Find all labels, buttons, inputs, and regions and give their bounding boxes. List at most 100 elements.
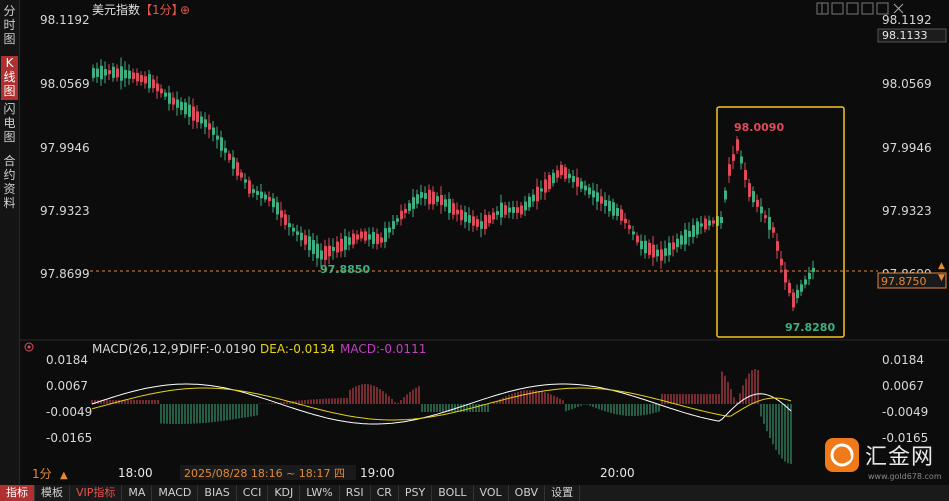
candle-body	[224, 148, 227, 153]
candle-body	[96, 68, 99, 77]
candle-body	[504, 205, 507, 215]
candle-body	[784, 269, 787, 283]
candle-body	[704, 218, 707, 230]
candle-body	[376, 233, 379, 245]
candle-body	[212, 127, 215, 135]
candle-body	[444, 199, 447, 207]
candle-body	[620, 209, 623, 221]
restore-icon[interactable]	[861, 2, 874, 15]
indicator-tab-11[interactable]: PSY	[399, 485, 433, 501]
candle-body	[456, 209, 459, 215]
candle-body	[628, 225, 631, 229]
indicator-tab-1[interactable]: 模板	[35, 485, 70, 501]
candle-body	[448, 198, 451, 214]
indicator-tab-5[interactable]: BIAS	[198, 485, 237, 501]
candle-body	[404, 208, 407, 214]
indicator-tab-0[interactable]: 指标	[0, 485, 35, 501]
candle-body	[128, 70, 131, 79]
candle-body	[276, 202, 279, 215]
candle-body	[440, 194, 443, 206]
candle-body	[248, 180, 251, 194]
alert-up-icon[interactable]: ▲	[938, 261, 945, 271]
time-period[interactable]: 1分	[32, 467, 52, 481]
candle-body	[780, 258, 783, 266]
period-dropdown-icon[interactable]: ▲	[60, 470, 68, 481]
candle-body	[812, 267, 815, 273]
chart-area[interactable]: 美元指数 【1分】 ⊕ 98.1192 98.0569 97.9946 97.9323…	[20, 0, 949, 485]
macd-axis-right: 0.01840.0067-0.0049-0.0165	[882, 353, 928, 445]
candle-body	[600, 196, 603, 204]
candle-body	[164, 92, 167, 97]
add-symbol-icon[interactable]: ⊕	[180, 3, 190, 17]
indicator-tab-6[interactable]: CCI	[237, 485, 269, 501]
macd-tick-left: 0.0067	[46, 379, 88, 393]
tab-lightning[interactable]: 闪电图	[1, 102, 18, 146]
candle-body	[772, 227, 775, 233]
kline-chart[interactable]: 美元指数 【1分】 ⊕ 98.1192 98.0569 97.9946 97.9323…	[20, 0, 949, 485]
indicator-tab-9[interactable]: RSI	[340, 485, 371, 501]
candle-body	[608, 200, 611, 212]
macd-tick-left: 0.0184	[46, 353, 88, 367]
tab-time-sharing[interactable]: 分时图	[1, 4, 18, 48]
candle-body	[372, 232, 375, 244]
left-tab-bar: 分时图 K线图 闪电图 合约资料	[0, 0, 20, 485]
candle-body	[184, 102, 187, 115]
candle-body	[360, 231, 363, 239]
logo-text: 汇金网	[865, 445, 935, 470]
candle-body	[176, 99, 179, 108]
last-price-label: 97.8750	[881, 275, 927, 288]
macd-diff: DIFF:-0.0190	[180, 342, 256, 356]
tab-kline[interactable]: K线图	[1, 56, 18, 100]
candle-body	[396, 218, 399, 222]
candle-body	[332, 247, 335, 251]
current-price-label: 98.1133	[882, 29, 928, 42]
indicator-tab-15[interactable]: 设置	[545, 485, 581, 501]
candle-body	[172, 97, 175, 105]
candle-body	[792, 292, 795, 308]
candle-body	[672, 242, 675, 250]
indicator-tab-8[interactable]: LW%	[300, 485, 340, 501]
candle-body	[712, 220, 715, 224]
candle-body	[496, 211, 499, 215]
price-axis-left: 98.1192 98.0569 97.9946 97.9323 97.8699	[40, 13, 90, 281]
period-badge[interactable]: 【1分】	[140, 3, 184, 17]
tab-contract-info[interactable]: 合约资料	[1, 154, 18, 212]
candle-body	[296, 231, 299, 235]
candle-body	[536, 186, 539, 202]
candle-body	[640, 240, 643, 250]
candle-body	[160, 88, 163, 94]
candle-body	[544, 179, 547, 193]
expand-icon[interactable]	[831, 2, 844, 15]
candle-body	[168, 92, 171, 104]
candle-body	[724, 190, 727, 200]
candle-body	[632, 231, 635, 235]
low-annotation-left: 97.8850	[320, 263, 370, 276]
candle-body	[688, 231, 691, 237]
time-label-18: 18:00	[118, 466, 153, 480]
candle-body	[796, 289, 799, 299]
candle-body	[452, 203, 455, 215]
indicator-tab-3[interactable]: MA	[122, 485, 153, 501]
indicator-tab-2[interactable]: VIP指标	[70, 485, 123, 501]
candle-body	[120, 66, 123, 81]
indicator-tab-13[interactable]: VOL	[474, 485, 509, 501]
candle-body	[292, 227, 295, 232]
candle-body	[220, 137, 223, 151]
indicator-tab-12[interactable]: BOLL	[432, 485, 474, 501]
candle-body	[264, 194, 267, 200]
low-annotation-right: 97.8280	[785, 321, 835, 334]
alert-down-icon[interactable]: ▼	[938, 273, 945, 283]
candle-body	[564, 167, 567, 179]
candle-body	[728, 164, 731, 176]
logo-site: www.gold678.com	[868, 472, 942, 481]
indicator-tab-10[interactable]: CR	[371, 485, 399, 501]
macd-tick-left: -0.0049	[46, 405, 92, 419]
candle-body	[424, 193, 427, 199]
indicator-tab-14[interactable]: OBV	[509, 485, 546, 501]
candle-body	[560, 164, 563, 176]
high-annotation: 98.0090	[734, 121, 784, 134]
candle-body	[324, 246, 327, 260]
indicator-tab-7[interactable]: KDJ	[268, 485, 301, 501]
chart-type-icon[interactable]	[846, 2, 859, 15]
indicator-tab-4[interactable]: MACD	[152, 485, 199, 501]
